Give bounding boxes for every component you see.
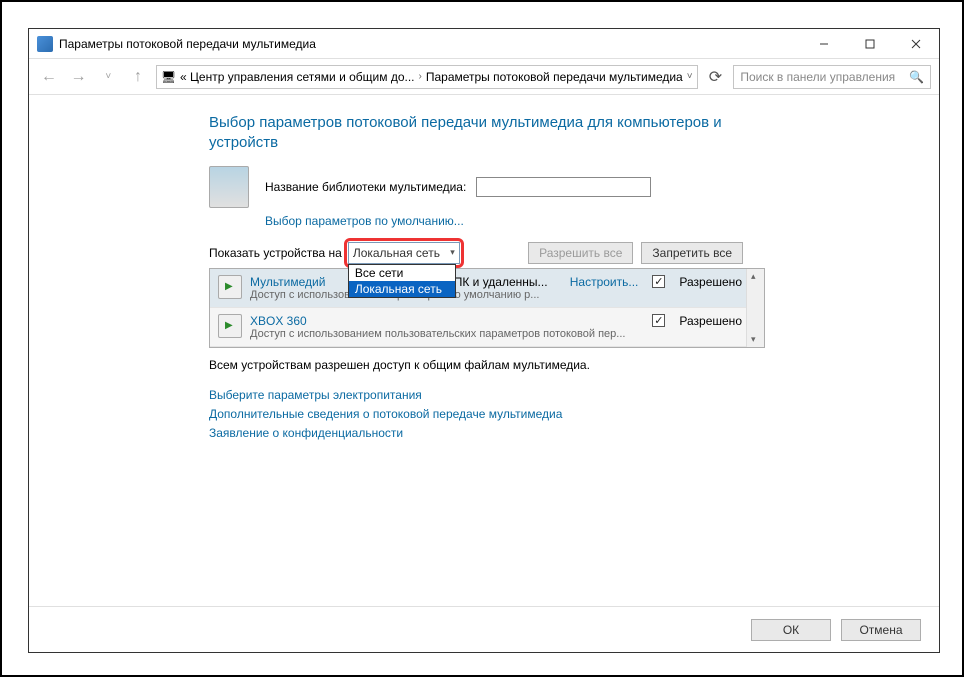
minimize-button[interactable] [801, 29, 847, 58]
maximize-button[interactable] [847, 29, 893, 58]
search-icon: 🔍 [909, 70, 924, 84]
search-input[interactable]: Поиск в панели управления 🔍 [733, 65, 931, 89]
more-info-link[interactable]: Дополнительные сведения о потоковой пере… [209, 405, 939, 424]
back-button[interactable]: ← [37, 65, 61, 89]
device-subtitle: Доступ с использованием пользовательских… [250, 328, 644, 340]
allowed-label: Разрешено [679, 275, 742, 289]
page-heading: Выбор параметров потоковой передачи муль… [209, 113, 769, 154]
breadcrumb-2[interactable]: Параметры потоковой передачи мультимедиа [426, 70, 683, 84]
deny-all-button[interactable]: Запретить все [641, 242, 743, 264]
chevron-down-icon: ▾ [450, 247, 455, 258]
cancel-button[interactable]: Отмена [841, 619, 921, 641]
summary-text: Всем устройствам разрешен доступ к общим… [209, 358, 939, 372]
combo-value: Локальная сеть [353, 246, 440, 260]
up-button[interactable]: ↑ [126, 65, 150, 89]
window-title: Параметры потоковой передачи мультимедиа [59, 37, 801, 51]
scrollbar[interactable] [746, 269, 764, 347]
device-icon [218, 275, 242, 299]
ok-button[interactable]: ОК [751, 619, 831, 641]
titlebar: Параметры потоковой передачи мультимедиа [29, 29, 939, 59]
breadcrumb-1[interactable]: « Центр управления сетями и общим до... [180, 70, 414, 84]
combo-option-all[interactable]: Все сети [349, 265, 455, 281]
configure-link[interactable]: Настроить... [570, 275, 639, 289]
show-devices-label: Показать устройства на [209, 246, 342, 260]
search-placeholder: Поиск в панели управления [740, 70, 895, 84]
address-dropdown-icon[interactable]: ˅ [687, 71, 693, 82]
defaults-link[interactable]: Выбор параметров по умолчанию... [265, 214, 464, 228]
links-section: Выберите параметры электропитания Дополн… [209, 386, 939, 444]
allowed-checkbox[interactable]: ✓ [652, 275, 665, 288]
breadcrumb-sep: › [419, 71, 422, 82]
device-title-link[interactable]: Мультимедий [250, 275, 325, 289]
allow-all-button[interactable]: Разрешить все [528, 242, 633, 264]
privacy-link[interactable]: Заявление о конфиденциальности [209, 424, 939, 443]
dialog-footer: ОК Отмена [29, 606, 939, 652]
content-area: Выбор параметров потоковой передачи муль… [29, 95, 939, 606]
library-name-input[interactable] [476, 177, 651, 197]
network-combo[interactable]: Локальная сеть ▾ [348, 242, 460, 264]
address-icon: 🖥 [161, 70, 176, 84]
device-icon [218, 314, 242, 338]
device-title-link[interactable]: XBOX 360 [250, 314, 307, 328]
app-icon [37, 36, 53, 52]
allowed-label: Разрешено [679, 314, 742, 328]
network-combo-dropdown: Все сети Локальная сеть [348, 264, 456, 298]
library-icon [209, 166, 249, 208]
power-options-link[interactable]: Выберите параметры электропитания [209, 386, 939, 405]
toolbar: ← → ˅ ↑ 🖥 « Центр управления сетями и об… [29, 59, 939, 95]
dialog-window: Параметры потоковой передачи мультимедиа… [28, 28, 940, 653]
address-bar[interactable]: 🖥 « Центр управления сетями и общим до..… [156, 65, 698, 89]
combo-option-local[interactable]: Локальная сеть [349, 281, 455, 297]
device-row-media[interactable]: Мультимедийом ПК и удаленны... Доступ с … [210, 269, 764, 308]
recent-dropdown[interactable]: ˅ [96, 65, 120, 89]
allowed-checkbox[interactable]: ✓ [652, 314, 665, 327]
device-row-xbox[interactable]: XBOX 360 Доступ с использованием пользов… [210, 308, 764, 347]
refresh-button[interactable]: ⟳ [704, 65, 728, 89]
device-list: Мультимедийом ПК и удаленны... Доступ с … [209, 268, 765, 348]
library-name-label: Название библиотеки мультимедиа: [265, 180, 466, 194]
close-button[interactable] [893, 29, 939, 58]
forward-button[interactable]: → [67, 65, 91, 89]
